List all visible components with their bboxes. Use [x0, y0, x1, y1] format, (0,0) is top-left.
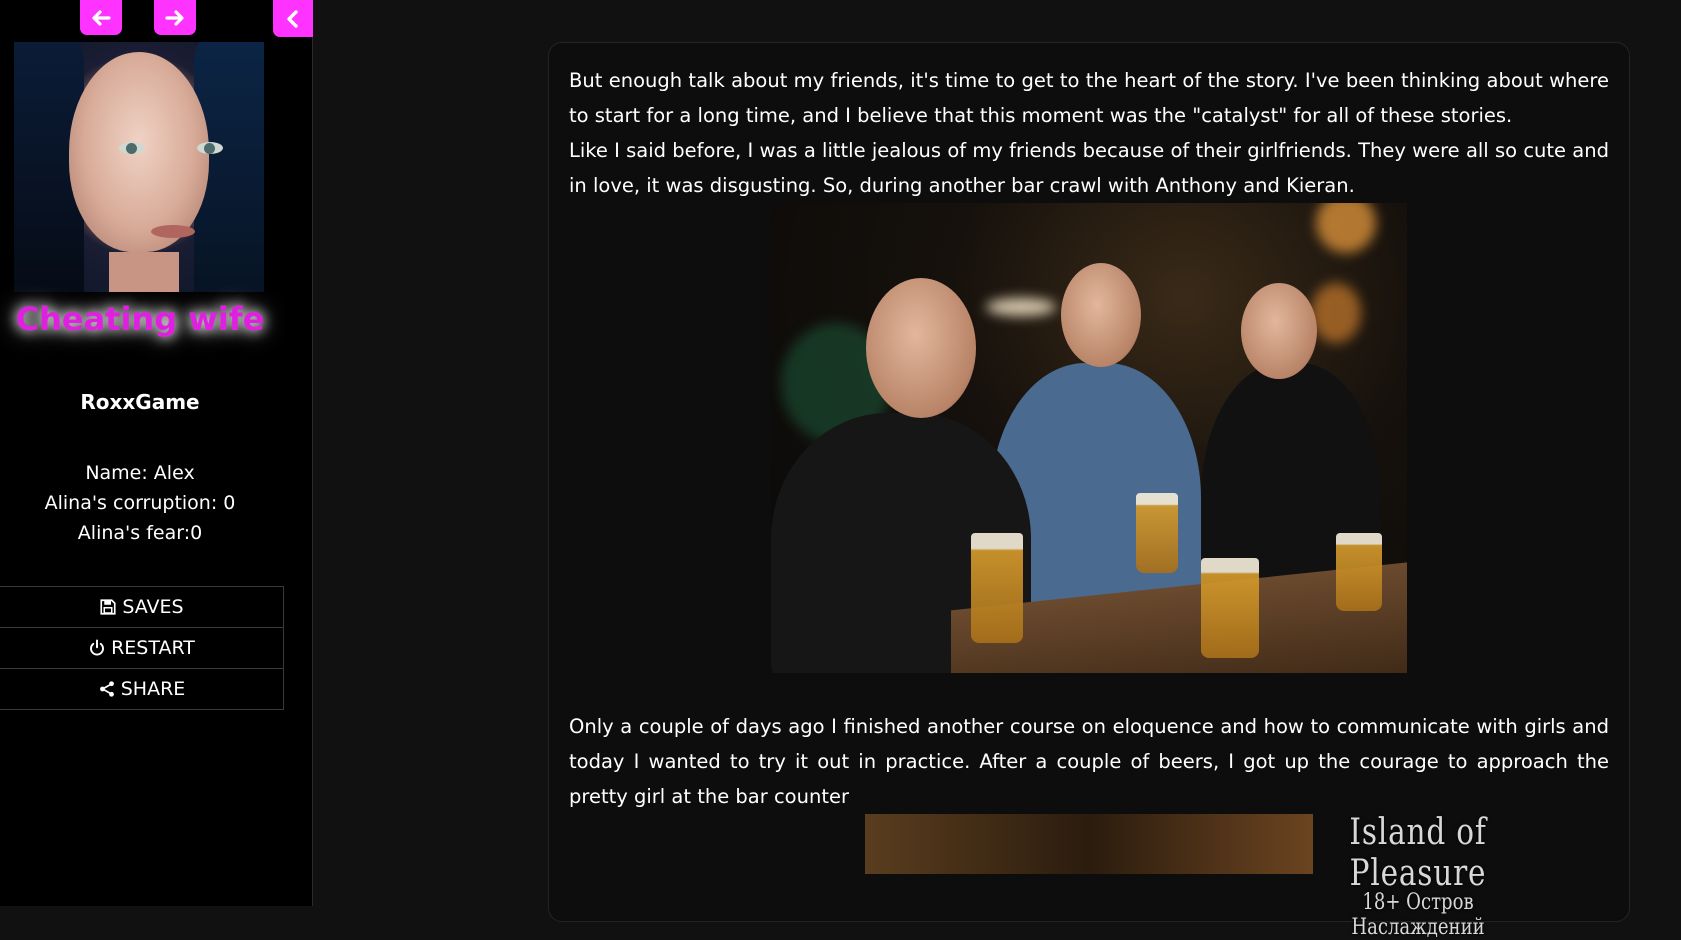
stats-panel: Name: Alex Alina's corruption: 0 Alina's… — [0, 458, 280, 548]
story-panel: But enough talk about my friends, it's t… — [548, 42, 1630, 922]
scene-person-head — [1241, 283, 1317, 379]
sidebar: Cheating wife RoxxGame Name: Alex Alina'… — [0, 0, 313, 906]
saves-label: SAVES — [122, 596, 184, 618]
story-paragraph: Like I said before, I was a little jealo… — [569, 139, 1609, 197]
stat-fear: Alina's fear:0 — [77, 522, 203, 544]
forward-button[interactable] — [154, 0, 196, 35]
scene-lamp — [986, 298, 1056, 316]
author-name[interactable]: RoxxGame — [0, 390, 280, 414]
scene-beer-mug — [1336, 533, 1382, 611]
stat-name: Name: Alex — [85, 462, 195, 484]
watermark: Island of Pleasure 18+ Остров Наслаждени… — [1283, 812, 1553, 940]
share-label: SHARE — [120, 678, 186, 700]
scene-lamp — [1311, 283, 1361, 343]
stat-corruption: Alina's corruption: 0 — [44, 492, 236, 514]
story-paragraph: But enough talk about my friends, it's t… — [569, 69, 1609, 127]
power-icon — [88, 639, 106, 657]
arrow-left-icon — [92, 9, 111, 26]
portrait-eye — [197, 142, 223, 154]
scene-person-head — [866, 278, 976, 418]
collapse-sidebar-button[interactable] — [273, 0, 313, 37]
scene-beer-mug — [1136, 493, 1178, 573]
story-paragraph: Only a couple of days ago I finished ano… — [569, 715, 1609, 808]
watermark-subtitle: 18+ Остров Наслаждений — [1351, 890, 1485, 940]
scene-beer-mug — [971, 533, 1023, 643]
share-icon — [98, 680, 116, 698]
scene-lamp — [1316, 203, 1376, 253]
watermark-title: Island of Pleasure — [1349, 812, 1487, 894]
portrait-lips — [151, 225, 195, 238]
arrow-right-icon — [165, 9, 184, 26]
scene-person-head — [1061, 263, 1141, 367]
sidebar-menu: SAVES RESTART SHARE — [0, 586, 284, 710]
portrait-eye — [119, 142, 145, 154]
saves-button[interactable]: SAVES — [0, 586, 284, 628]
game-title: Cheating wife — [15, 300, 265, 338]
chevron-left-icon — [287, 9, 298, 28]
character-portrait — [14, 42, 264, 292]
floppy-disk-icon — [99, 598, 117, 616]
restart-button[interactable]: RESTART — [0, 627, 284, 669]
portrait-neck — [109, 252, 179, 292]
restart-label: RESTART — [111, 637, 195, 659]
back-button[interactable] — [80, 0, 122, 35]
story-image-next — [865, 814, 1313, 874]
scene-beer-mug — [1201, 558, 1259, 658]
share-button[interactable]: SHARE — [0, 668, 284, 710]
story-image-bar-scene — [771, 203, 1407, 673]
